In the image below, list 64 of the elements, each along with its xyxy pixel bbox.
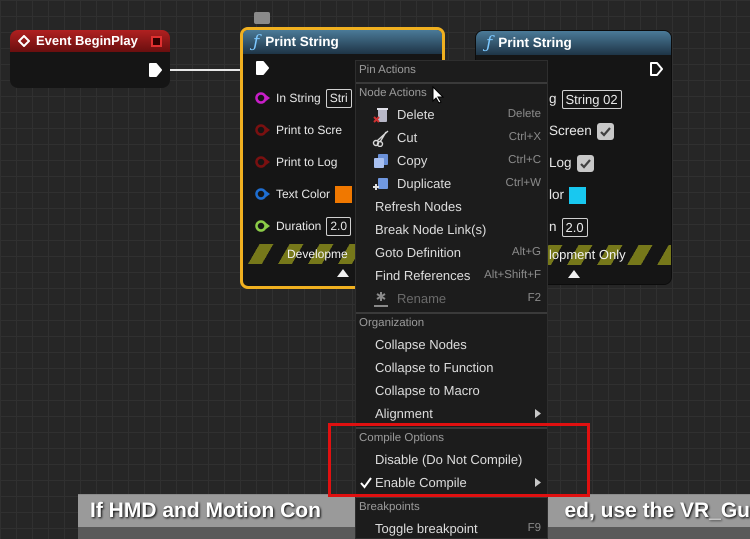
- menu-section-heading: Organization: [359, 316, 424, 331]
- trash-icon: [372, 106, 390, 124]
- menu-item[interactable]: Alignment: [356, 402, 547, 425]
- pin-label: Log: [549, 154, 572, 172]
- shortcut-label: Ctrl+X: [508, 130, 541, 145]
- menu-item[interactable]: Collapse Nodes: [356, 333, 547, 356]
- value-field[interactable]: Stri: [326, 88, 352, 108]
- color-swatch[interactable]: [335, 186, 352, 202]
- exec-pin-icon[interactable]: [649, 61, 663, 77]
- pin-label: Print to Log: [276, 154, 338, 171]
- submenu-arrow-icon: [535, 478, 541, 487]
- exec-pin-icon[interactable]: [148, 62, 162, 78]
- menu-section-heading: Pin Actions: [359, 63, 416, 78]
- shortcut-label: F2: [528, 290, 541, 306]
- delegate-pin-icon[interactable]: [151, 36, 162, 46]
- pin-label: Print to Scre: [276, 122, 342, 139]
- color-swatch[interactable]: [569, 186, 586, 204]
- node-title: Event BeginPlay: [36, 32, 138, 50]
- value-field[interactable]: 2.0: [326, 216, 352, 236]
- comment-text: ed, use the VR_Gu: [564, 499, 750, 523]
- exec-pin-icon[interactable]: [255, 60, 269, 76]
- submenu-arrow-icon: [535, 409, 541, 418]
- checkbox[interactable]: [596, 122, 614, 140]
- shortcut-label: F9: [528, 520, 541, 536]
- menu-item[interactable]: Disable (Do Not Compile): [356, 448, 547, 471]
- menu-section-heading: Node Actions: [359, 86, 427, 101]
- value-field[interactable]: 2.0: [562, 218, 588, 236]
- checkbox[interactable]: [576, 154, 594, 172]
- mouse-cursor-icon: [432, 86, 444, 104]
- expand-arrow-icon[interactable]: [336, 269, 348, 277]
- expand-arrow-icon[interactable]: [568, 270, 580, 278]
- pin-label: n: [549, 218, 557, 236]
- shortcut-label: Ctrl+C: [508, 152, 541, 168]
- data-pin-icon[interactable]: [255, 92, 271, 104]
- footer-label: Developme: [287, 246, 348, 263]
- pin-label: In String: [276, 90, 321, 107]
- shortcut-label: Ctrl+W: [506, 176, 541, 191]
- value-field[interactable]: String 02: [562, 90, 622, 108]
- menu-item[interactable]: Toggle breakpoint F9: [356, 517, 547, 539]
- scissors-icon: [372, 128, 390, 146]
- pin-label: Screen: [549, 122, 592, 140]
- menu-item[interactable]: Enable Compile: [356, 471, 547, 494]
- event-node[interactable]: Event BeginPlay: [10, 30, 170, 88]
- menu-item[interactable]: Collapse to Macro: [356, 379, 547, 402]
- menu-item[interactable]: Collapse to Function: [356, 356, 547, 379]
- pin-label: g: [549, 90, 557, 108]
- pin-label: Duration: [276, 218, 322, 235]
- comment-text: If HMD and Motion Con: [90, 499, 321, 523]
- footer-label: lopment Only: [549, 246, 626, 264]
- event-diamond-icon: [18, 35, 30, 47]
- blueprint-graph[interactable]: [0, 0, 750, 539]
- node-title: Print String: [498, 34, 572, 52]
- shortcut-label: Alt+G: [512, 244, 541, 260]
- data-pin-icon[interactable]: [255, 220, 271, 232]
- menu-section-heading: Breakpoints: [359, 500, 420, 515]
- checkmark-icon: [360, 476, 372, 488]
- menu-section-heading: Compile Options: [359, 431, 444, 446]
- pin-label: lor: [549, 186, 564, 204]
- pin-label: Text Color: [276, 186, 330, 203]
- copy-icon: [372, 152, 390, 170]
- node-title: Print String: [265, 32, 339, 51]
- shortcut-label: Alt+Shift+F: [484, 268, 541, 283]
- shortcut-label: Delete: [508, 106, 541, 122]
- asterisk-icon: [372, 290, 390, 308]
